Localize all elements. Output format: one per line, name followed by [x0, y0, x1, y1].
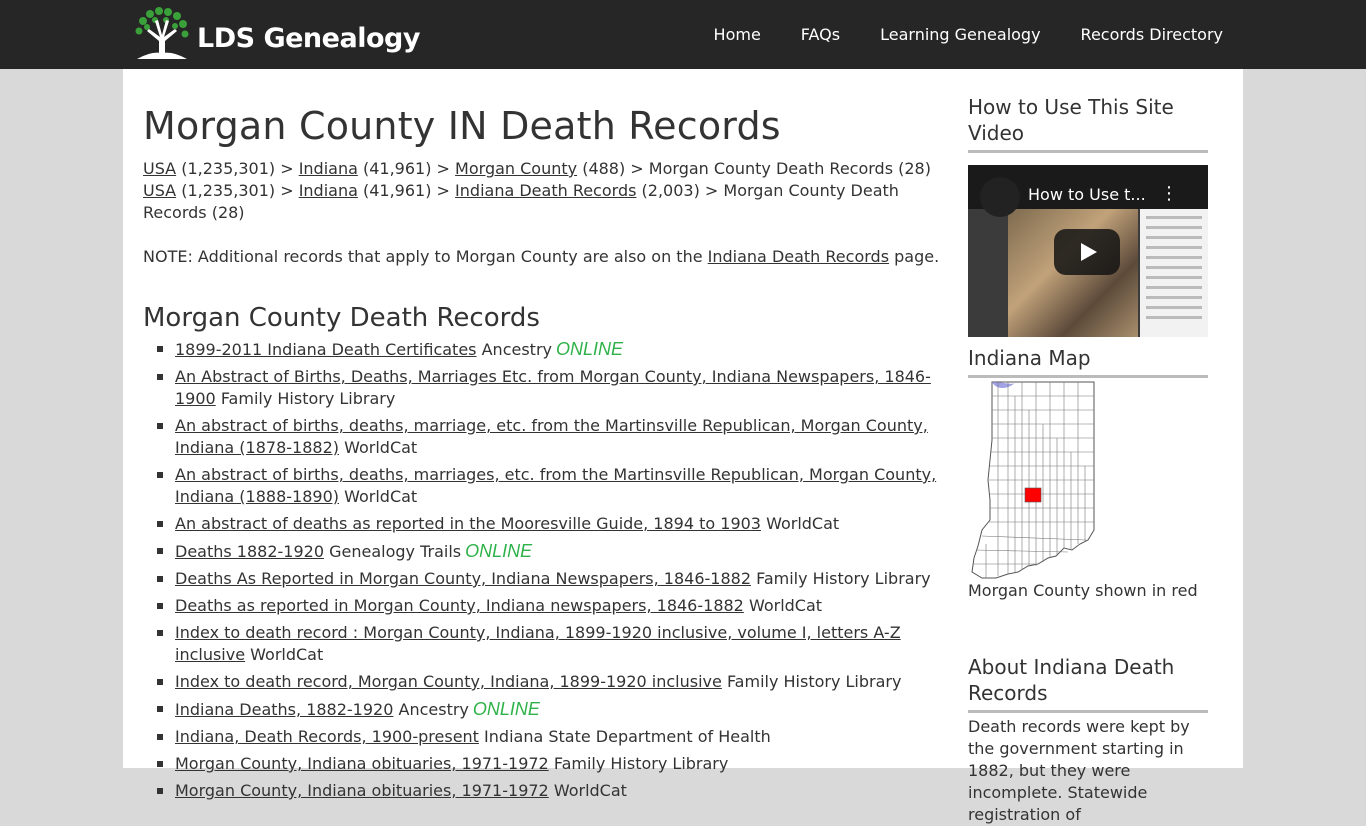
breadcrumb: USA (1,235,301) > Indiana (41,961) > Ind… — [143, 180, 953, 224]
video-thumbnail-page — [1140, 209, 1208, 337]
record-source: Family History Library — [756, 569, 931, 588]
note-text: NOTE: Additional records that apply to M… — [143, 246, 953, 268]
nav-home[interactable]: Home — [714, 25, 761, 44]
list-item: Index to death record : Morgan County, I… — [157, 622, 953, 666]
list-item: Deaths As Reported in Morgan County, Ind… — [157, 568, 953, 590]
breadcrumb-usa-link[interactable]: USA — [143, 181, 176, 200]
record-source: WorldCat — [553, 781, 627, 800]
note-suffix: page. — [889, 247, 940, 266]
online-badge: ONLINE — [465, 541, 533, 561]
list-item: Indiana, Death Records, 1900-present Ind… — [157, 726, 953, 748]
record-link[interactable]: An abstract of deaths as reported in the… — [175, 514, 761, 533]
play-button-icon[interactable] — [1054, 229, 1120, 275]
record-source: WorldCat — [344, 438, 418, 457]
record-link[interactable]: Deaths 1882-1920 — [175, 542, 324, 561]
list-item: Deaths as reported in Morgan County, Ind… — [157, 595, 953, 617]
note-link[interactable]: Indiana Death Records — [708, 247, 889, 266]
section-heading: Morgan County Death Records — [143, 303, 540, 333]
page-container: Morgan County IN Death Records USA (1,23… — [123, 69, 1243, 824]
indiana-county-map-icon — [971, 381, 1095, 579]
list-item: Indiana Deaths, 1882-1920 Ancestry ONLINE — [157, 698, 953, 721]
record-link[interactable]: An abstract of births, deaths, marriage,… — [175, 416, 928, 457]
record-link[interactable]: Deaths as reported in Morgan County, Ind… — [175, 596, 744, 615]
breadcrumb-current: (488) > Morgan County Death Records (28) — [577, 159, 931, 178]
breadcrumb-usa-link[interactable]: USA — [143, 159, 176, 178]
record-source: Family History Library — [726, 672, 902, 691]
list-item: An abstract of births, deaths, marriage,… — [157, 415, 953, 459]
record-link[interactable]: Indiana, Death Records, 1900-present — [175, 727, 479, 746]
list-item: Morgan County, Indiana obituaries, 1971-… — [157, 753, 953, 775]
video-heading: How to Use This Site Video — [968, 94, 1208, 153]
breadcrumb: USA (1,235,301) > Indiana (41,961) > Mor… — [143, 158, 953, 180]
record-link[interactable]: Index to death record, Morgan County, In… — [175, 672, 722, 691]
indiana-map — [968, 380, 1098, 580]
record-source: Genealogy Trails — [329, 542, 462, 561]
breadcrumb-indiana-link[interactable]: Indiana — [299, 181, 358, 200]
list-item: An Abstract of Births, Deaths, Marriages… — [157, 366, 953, 410]
site-header: LDS Genealogy Home FAQs Learning Genealo… — [0, 0, 1366, 69]
record-link[interactable]: Indiana Deaths, 1882-1920 — [175, 700, 393, 719]
tree-logo-icon — [135, 7, 189, 59]
record-source: WorldCat — [748, 596, 823, 615]
more-options-icon[interactable]: ⋮ — [1160, 183, 1178, 204]
list-item: Index to death record, Morgan County, In… — [157, 671, 953, 693]
breadcrumb-count: (1,235,301) > — [176, 181, 299, 200]
record-source: WorldCat — [250, 645, 324, 664]
note-prefix: NOTE: Additional records that apply to M… — [143, 247, 708, 266]
record-source: Ancestry — [398, 700, 469, 719]
sidebar: How to Use This Site Video How to Use t.… — [968, 69, 1208, 826]
video-title[interactable]: How to Use t... — [1028, 185, 1146, 204]
site-logo[interactable]: LDS Genealogy — [133, 7, 420, 61]
online-badge: ONLINE — [556, 339, 624, 359]
map-caption: Morgan County shown in red — [968, 581, 1198, 600]
about-text: Death records were kept by the governmen… — [968, 717, 1190, 824]
record-link[interactable]: An abstract of births, deaths, marriages… — [175, 465, 936, 506]
breadcrumb-indiana-link[interactable]: Indiana — [299, 159, 358, 178]
record-link[interactable]: Morgan County, Indiana obituaries, 1971-… — [175, 781, 549, 800]
record-source: WorldCat — [344, 487, 418, 506]
channel-avatar-icon — [980, 177, 1020, 217]
record-link[interactable]: Deaths As Reported in Morgan County, Ind… — [175, 569, 751, 588]
breadcrumb-county-link[interactable]: Morgan County — [455, 159, 577, 178]
list-item: Deaths 1882-1920 Genealogy Trails ONLINE — [157, 540, 953, 563]
nav-learning-genealogy[interactable]: Learning Genealogy — [880, 25, 1040, 44]
record-link[interactable]: Morgan County, Indiana obituaries, 1971-… — [175, 754, 549, 773]
breadcrumb-count: (41,961) > — [357, 159, 456, 178]
breadcrumb-count: (41,961) > — [357, 181, 456, 200]
record-source: WorldCat — [766, 514, 840, 533]
breadcrumbs: USA (1,235,301) > Indiana (41,961) > Mor… — [143, 158, 953, 224]
record-link[interactable]: 1899-2011 Indiana Death Certificates — [175, 340, 477, 359]
main-content: Morgan County IN Death Records USA (1,23… — [143, 69, 953, 807]
page-title: Morgan County IN Death Records — [143, 104, 781, 148]
records-list: 1899-2011 Indiana Death Certificates Anc… — [143, 338, 953, 802]
list-item: Morgan County, Indiana obituaries, 1971-… — [157, 780, 953, 802]
breadcrumb-count: (1,235,301) > — [176, 159, 299, 178]
nav-records-directory[interactable]: Records Directory — [1081, 25, 1223, 44]
nav-faqs[interactable]: FAQs — [801, 25, 840, 44]
about-heading: About Indiana Death Records — [968, 654, 1208, 713]
logo-text: LDS Genealogy — [197, 22, 420, 54]
record-source: Family History Library — [220, 389, 396, 408]
list-item: An abstract of deaths as reported in the… — [157, 513, 953, 535]
record-source: Family History Library — [553, 754, 729, 773]
video-player[interactable]: How to Use t... ⋮ — [968, 165, 1208, 337]
record-source: Ancestry — [481, 340, 552, 359]
record-source: Indiana State Department of Health — [484, 727, 771, 746]
map-heading: Indiana Map — [968, 345, 1208, 378]
breadcrumb-indiana-death-records-link[interactable]: Indiana Death Records — [455, 181, 636, 200]
list-item: 1899-2011 Indiana Death Certificates Anc… — [157, 338, 953, 361]
online-badge: ONLINE — [472, 699, 540, 719]
list-item: An abstract of births, deaths, marriages… — [157, 464, 953, 508]
main-nav: Home FAQs Learning Genealogy Records Dir… — [674, 0, 1223, 69]
